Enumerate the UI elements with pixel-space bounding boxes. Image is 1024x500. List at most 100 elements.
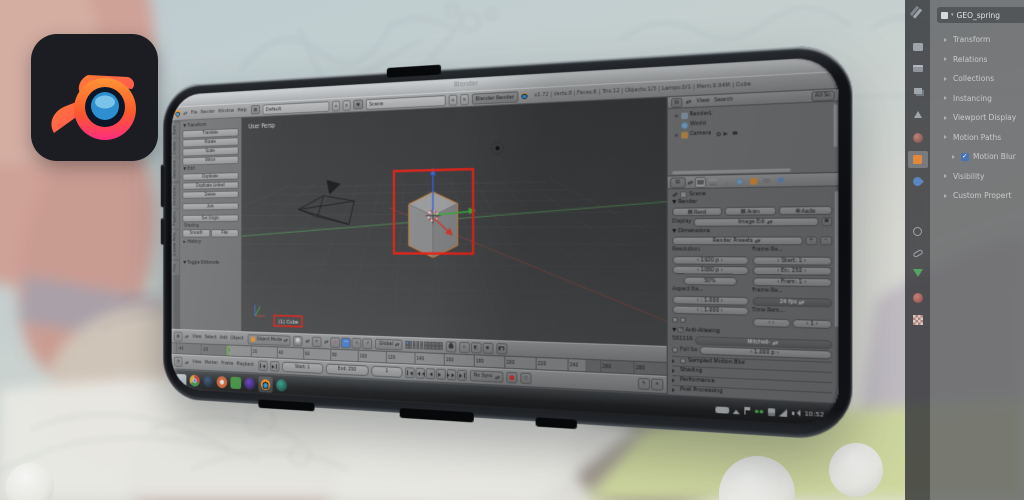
toolshelf-button[interactable]: Duplicate bbox=[182, 172, 238, 181]
remove-preset-button[interactable]: − bbox=[820, 236, 832, 245]
outliner-menu-item[interactable]: Search bbox=[712, 97, 736, 104]
add-preset-button[interactable]: + bbox=[805, 236, 817, 245]
keyboard-icon[interactable] bbox=[715, 406, 729, 413]
extra-app-icon[interactable] bbox=[276, 379, 287, 392]
frame-start-field[interactable]: ‹ Start: 1 › bbox=[752, 256, 832, 265]
toolshelf-tab[interactable]: Create bbox=[172, 139, 180, 158]
material-icon[interactable] bbox=[911, 291, 924, 304]
player-app-icon[interactable] bbox=[217, 376, 228, 388]
pivot-select[interactable]: + bbox=[312, 336, 322, 347]
keying-set-icon[interactable]: ○ bbox=[520, 372, 531, 384]
close-scene-button[interactable]: × bbox=[460, 93, 469, 104]
tab-render-layers[interactable] bbox=[707, 176, 718, 187]
add-layout-button[interactable]: + bbox=[332, 100, 340, 111]
render-presets-select[interactable]: Render Presets ▲▼ bbox=[672, 236, 803, 245]
panel-collections[interactable]: Collections bbox=[937, 69, 1024, 89]
blender-app-icon[interactable] bbox=[258, 376, 272, 393]
playback-controls[interactable] bbox=[405, 367, 467, 381]
manipulator-scale-icon[interactable]: ◇ bbox=[352, 337, 362, 348]
start-frame-field[interactable]: Start: 1 bbox=[282, 362, 323, 374]
snap-element-icon[interactable]: ◧ bbox=[470, 342, 481, 353]
editor-type-icon[interactable]: ▤ bbox=[670, 177, 686, 188]
visibility-icons[interactable] bbox=[717, 131, 738, 136]
toolshelf-button[interactable]: Delete bbox=[182, 190, 238, 199]
edit-section-title[interactable]: ▼ Edit bbox=[183, 165, 238, 171]
tool-icon[interactable] bbox=[911, 7, 924, 20]
jump-start-icon[interactable] bbox=[258, 361, 267, 372]
outliner-scope-select[interactable]: All Sc bbox=[811, 90, 835, 101]
tab-scene[interactable] bbox=[721, 176, 733, 187]
panel-instancing[interactable]: Instancing bbox=[937, 89, 1024, 109]
delete-icon[interactable]: ✕ bbox=[651, 378, 663, 390]
panel-motion-paths[interactable]: Motion Paths bbox=[937, 128, 1024, 148]
scene-field[interactable]: Scene bbox=[366, 95, 446, 110]
jump-first-button[interactable] bbox=[405, 367, 414, 378]
motion-blur-checkbox[interactable] bbox=[961, 153, 969, 161]
manipulator-translate-icon[interactable]: ↔ bbox=[331, 337, 341, 348]
frame-step-field[interactable]: ‹ Fram: 1 › bbox=[752, 277, 832, 287]
viewport-shading-select[interactable] bbox=[293, 335, 302, 346]
sync-select[interactable]: No Sync▲▼ bbox=[470, 370, 504, 383]
current-frame-field[interactable]: 1 bbox=[371, 366, 402, 378]
constraints-icon[interactable] bbox=[911, 247, 924, 260]
info-menu-item[interactable]: Window bbox=[216, 108, 235, 114]
editor-type-icon[interactable]: ▤ bbox=[671, 97, 682, 107]
smooth-button[interactable]: Smooth bbox=[182, 229, 209, 237]
panel-transform[interactable]: Transform bbox=[937, 30, 1024, 50]
current-frame-line[interactable] bbox=[227, 345, 228, 355]
panel-visibility[interactable]: Visibility bbox=[937, 167, 1024, 187]
snap-icon[interactable]: ∪ bbox=[459, 341, 470, 352]
timeline-menu-item[interactable]: Marker bbox=[203, 361, 220, 366]
tab-constraints[interactable] bbox=[761, 175, 773, 186]
render-icon[interactable] bbox=[911, 40, 924, 53]
add-scene-button[interactable]: + bbox=[448, 94, 457, 105]
lock-icon[interactable] bbox=[445, 341, 456, 352]
join-button[interactable]: Join bbox=[182, 202, 238, 211]
jump-end-icon[interactable] bbox=[270, 361, 279, 372]
render-engine-select[interactable]: Blender Render bbox=[472, 91, 518, 104]
world-icon[interactable] bbox=[911, 131, 924, 144]
record-button[interactable] bbox=[506, 372, 517, 384]
output-icon[interactable] bbox=[911, 62, 924, 75]
resolution-x-field[interactable]: ‹ 1920 p › bbox=[672, 255, 748, 264]
properties-scrollbar[interactable] bbox=[834, 191, 838, 327]
browser-app-icon[interactable] bbox=[203, 375, 213, 387]
orientation-select[interactable]: Global▲▼ bbox=[375, 338, 402, 350]
playstore-app-icon[interactable] bbox=[230, 377, 241, 390]
timeline-menu-item[interactable]: Frame bbox=[220, 361, 235, 366]
panel-custom-properties[interactable]: Custom Propert bbox=[937, 186, 1024, 206]
edit-icon[interactable]: ✎ bbox=[638, 378, 650, 390]
tab-modifiers[interactable] bbox=[775, 175, 787, 186]
network-icon[interactable] bbox=[779, 409, 787, 417]
aspect-y-field[interactable]: ‹ : 1.000 › bbox=[672, 305, 748, 315]
aspect-x-field[interactable]: ‹ : 1.000 › bbox=[672, 295, 748, 305]
aa-samples-11[interactable]: 11 bbox=[679, 337, 686, 343]
time-old-field[interactable]: ‹ › bbox=[752, 317, 791, 327]
animation-button[interactable]: Anim bbox=[725, 206, 777, 215]
viewport-menu-item[interactable]: Object bbox=[229, 336, 245, 341]
operator-panel-title[interactable]: ▼ Toggle Editmode bbox=[183, 261, 238, 266]
toolshelf-tab[interactable]: Relations bbox=[172, 158, 180, 182]
aa-samples-16[interactable]: 16 bbox=[686, 337, 693, 343]
end-frame-field[interactable]: End: 250 bbox=[326, 364, 369, 377]
outliner-scrollbar-vertical[interactable] bbox=[834, 104, 838, 147]
fps-select[interactable]: 24 fps ▲▼ bbox=[752, 297, 832, 307]
chrome-app-icon[interactable] bbox=[190, 375, 200, 387]
close-layout-button[interactable]: × bbox=[342, 100, 350, 111]
render-button[interactable]: Rend bbox=[672, 207, 722, 216]
resolution-pct-field[interactable]: 50% bbox=[683, 276, 736, 285]
viewport-3d[interactable]: User Persp (1) Cube bbox=[242, 97, 667, 346]
screen-layout-icon[interactable]: ▦ bbox=[251, 105, 260, 115]
volume-icon[interactable] bbox=[792, 409, 800, 417]
tab-render[interactable] bbox=[694, 176, 705, 187]
panel-relations[interactable]: Relations bbox=[937, 50, 1024, 70]
info-menu-item[interactable]: Help bbox=[236, 107, 249, 113]
view-layer-icon[interactable] bbox=[911, 84, 924, 97]
tab-object[interactable] bbox=[747, 175, 759, 186]
timeline-menu-item[interactable]: Playback bbox=[235, 362, 256, 368]
gallery-app-icon[interactable] bbox=[176, 374, 186, 386]
panel-viewport-display[interactable]: Viewport Display bbox=[937, 108, 1024, 128]
data-icon[interactable] bbox=[911, 269, 924, 282]
blender-logo-tile[interactable] bbox=[31, 34, 158, 161]
texture-icon[interactable] bbox=[911, 313, 924, 326]
